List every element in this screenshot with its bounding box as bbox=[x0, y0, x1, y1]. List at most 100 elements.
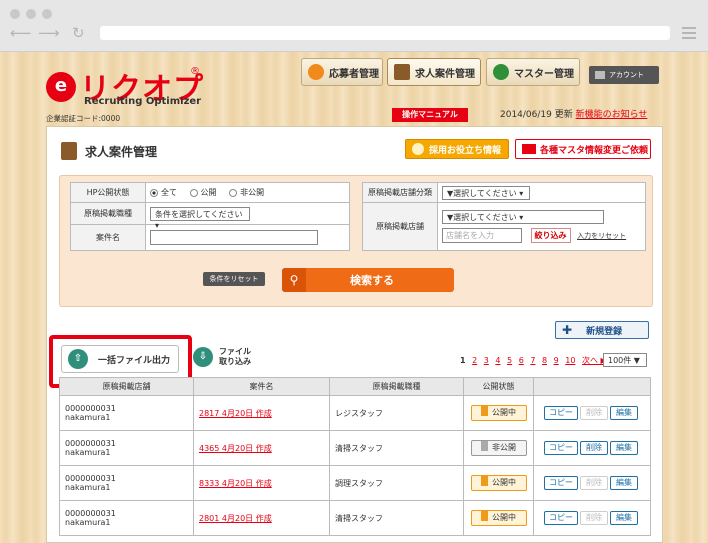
change-request-button[interactable]: 各種マスタ情報変更ご依頼 bbox=[515, 139, 651, 159]
copy-button[interactable]: コピー bbox=[544, 406, 578, 420]
address-bar[interactable] bbox=[100, 26, 670, 40]
case-name-link[interactable]: 2801 4月20日 作成 bbox=[199, 514, 272, 523]
tips-label: 採用お役立ち情報 bbox=[429, 145, 502, 156]
status-text: 公開中 bbox=[492, 478, 516, 487]
store-id: 0000000031 bbox=[65, 439, 116, 448]
radio-private[interactable] bbox=[229, 188, 238, 197]
page-link[interactable]: 4 bbox=[495, 356, 500, 365]
table-row: 0000000031 nakamura1 4365 4月20日 作成 清掃スタッフ… bbox=[59, 430, 651, 466]
tab-label: 求人案件管理 bbox=[415, 68, 475, 80]
account-button[interactable]: アカウント bbox=[589, 66, 659, 84]
main-panel: 求人案件管理 採用お役立ち情報 各種マスタ情報変更ご依頼 HP公開状態 全て 公… bbox=[46, 126, 663, 543]
copy-button[interactable]: コピー bbox=[544, 476, 578, 490]
forward-arrow-icon[interactable]: ⟶ bbox=[38, 26, 60, 41]
status-badge[interactable]: 非公開 bbox=[470, 440, 527, 456]
hamburger-menu-icon[interactable] bbox=[682, 27, 696, 42]
back-arrow-icon[interactable]: ⟵ bbox=[10, 26, 32, 41]
page-link[interactable]: 10 bbox=[565, 356, 575, 365]
case-name-link[interactable]: 2817 4月20日 作成 bbox=[199, 409, 272, 418]
tab-label: マスター管理 bbox=[514, 68, 574, 80]
file-import-button[interactable]: ⇩ ファイル 取り込み bbox=[193, 347, 251, 367]
store-value: ▼選択してください bbox=[447, 213, 517, 222]
store-user: nakamura1 bbox=[65, 483, 111, 492]
column-header: 案件名 bbox=[193, 377, 330, 396]
copy-button[interactable]: コピー bbox=[544, 511, 578, 525]
status-badge[interactable]: 公開中 bbox=[470, 510, 527, 526]
job-type-value: 条件を選択してください bbox=[155, 209, 243, 219]
person-icon bbox=[308, 64, 324, 80]
new-registration-button[interactable]: ✚ 新規登録 bbox=[555, 321, 649, 339]
tab-job-cases[interactable]: 求人案件管理 bbox=[387, 58, 481, 86]
radio-public-label: 公開 bbox=[200, 188, 217, 197]
page-link[interactable]: 5 bbox=[507, 356, 512, 365]
page-link[interactable]: 7 bbox=[530, 356, 535, 365]
tab-applicants[interactable]: 応募者管理 bbox=[301, 58, 383, 86]
store-select[interactable]: ▼選択してください ▾ bbox=[442, 210, 604, 224]
table-row: 0000000031 nakamura1 2817 4月20日 作成 レジスタッフ… bbox=[59, 395, 651, 431]
results-table: 原稿掲載店舗 案件名 原稿掲載職種 公開状態 0000000031 nakamur… bbox=[59, 377, 651, 536]
search-form-left: HP公開状態 全て 公開 非公開 原稿掲載職種 条件を選択してください ▾ 案件… bbox=[70, 182, 350, 251]
case-name-link[interactable]: 4365 4月20日 作成 bbox=[199, 444, 272, 453]
hp-status-label: HP公開状態 bbox=[70, 182, 146, 203]
store-category-select[interactable]: ▼選択してください ▾ bbox=[442, 185, 530, 200]
status-badge[interactable]: 公開中 bbox=[470, 475, 527, 491]
case-name-input[interactable] bbox=[150, 230, 318, 245]
radio-all[interactable] bbox=[150, 188, 158, 197]
case-name-link[interactable]: 8333 4月20日 作成 bbox=[199, 479, 272, 488]
reload-icon[interactable]: ↻ bbox=[72, 26, 85, 41]
delete-button[interactable]: 削除 bbox=[580, 441, 608, 455]
job-type-cell: 清掃スタッフ bbox=[329, 430, 464, 466]
window-dot-icon bbox=[10, 9, 20, 19]
book-icon bbox=[61, 142, 77, 160]
manual-button[interactable]: 操作マニュアル bbox=[392, 108, 468, 122]
store-category-value: ▼選択してください bbox=[447, 188, 517, 198]
store-id: 0000000031 bbox=[65, 474, 116, 483]
logo-mark-icon: e bbox=[46, 72, 76, 102]
mail-icon bbox=[522, 144, 536, 154]
store-user: nakamura1 bbox=[65, 413, 111, 422]
copy-button[interactable]: コピー bbox=[544, 441, 578, 455]
search-button[interactable]: ⚲ 検索する bbox=[282, 268, 454, 292]
column-header: 公開状態 bbox=[463, 377, 534, 396]
radio-public[interactable] bbox=[189, 188, 198, 197]
search-box: HP公開状態 全て 公開 非公開 原稿掲載職種 条件を選択してください ▾ 案件… bbox=[59, 175, 653, 307]
update-date: 2014/06/19 更新 bbox=[500, 110, 573, 120]
job-type-select[interactable]: 条件を選択してください ▾ bbox=[150, 206, 250, 230]
door-open-icon bbox=[481, 511, 488, 521]
column-header: 原稿掲載店舗 bbox=[59, 377, 194, 396]
column-header bbox=[533, 377, 651, 396]
job-type-cell: 調理スタッフ bbox=[329, 465, 464, 501]
store-name-placeholder: 店舗名を入力 bbox=[446, 231, 494, 240]
account-label: アカウント bbox=[609, 71, 644, 79]
edit-button[interactable]: 編集 bbox=[610, 441, 638, 455]
input-reset-link[interactable]: 入力をリセット bbox=[577, 232, 626, 240]
window-dot-icon bbox=[26, 9, 36, 19]
tab-master[interactable]: マスター管理 bbox=[486, 58, 580, 86]
edit-button[interactable]: 編集 bbox=[610, 476, 638, 490]
door-open-icon bbox=[481, 476, 488, 486]
page-title-text: 求人案件管理 bbox=[85, 144, 158, 159]
store-id: 0000000031 bbox=[65, 404, 116, 413]
store-name-input[interactable]: 店舗名を入力 bbox=[442, 228, 522, 243]
delete-button[interactable]: 削除 bbox=[580, 406, 608, 420]
tips-button[interactable]: 採用お役立ち情報 bbox=[405, 139, 509, 159]
reset-conditions-button[interactable]: 条件をリセット bbox=[203, 272, 265, 286]
store-user: nakamura1 bbox=[65, 518, 111, 527]
status-badge[interactable]: 公開中 bbox=[470, 405, 527, 421]
page-link[interactable]: 3 bbox=[484, 356, 489, 365]
delete-button[interactable]: 削除 bbox=[580, 511, 608, 525]
book-icon bbox=[394, 64, 410, 80]
delete-button[interactable]: 削除 bbox=[580, 476, 608, 490]
narrow-button[interactable]: 絞り込み bbox=[530, 228, 571, 243]
edit-button[interactable]: 編集 bbox=[610, 511, 638, 525]
page-link[interactable]: 8 bbox=[542, 356, 547, 365]
page-link[interactable]: 2 bbox=[472, 356, 477, 365]
page-link[interactable]: 9 bbox=[554, 356, 559, 365]
edit-button[interactable]: 編集 bbox=[610, 406, 638, 420]
page-link[interactable]: 6 bbox=[519, 356, 524, 365]
per-page-select[interactable]: 100件 ▼ bbox=[603, 353, 647, 367]
door-open-icon bbox=[481, 406, 488, 416]
update-info: 2014/06/19 更新 新機能のお知らせ bbox=[500, 107, 647, 120]
new-features-link[interactable]: 新機能のお知らせ bbox=[576, 110, 648, 120]
plus-icon: ✚ bbox=[562, 323, 573, 337]
